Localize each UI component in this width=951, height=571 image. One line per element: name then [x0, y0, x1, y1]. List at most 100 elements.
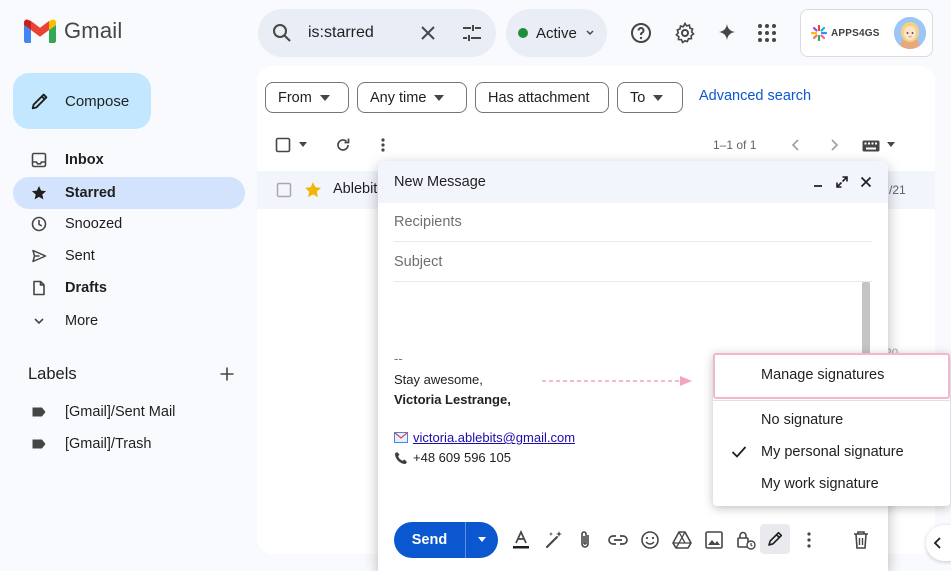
- send-label: Send: [411, 532, 448, 548]
- add-label-icon[interactable]: [219, 366, 235, 382]
- discard-trash-icon[interactable]: [852, 530, 870, 550]
- signature-email-link[interactable]: victoria.ablebits@gmail.com: [413, 430, 575, 445]
- sidebar-item-sent[interactable]: Sent: [13, 240, 245, 272]
- label-tag-icon: [32, 407, 46, 417]
- email-envelope-icon: [394, 432, 408, 443]
- compose-header[interactable]: New Message: [378, 161, 888, 203]
- chevron-down-icon: [586, 30, 594, 36]
- signature-email-row: victoria.ablebits@gmail.com: [394, 430, 575, 445]
- subject-placeholder: Subject: [394, 253, 443, 270]
- attach-paperclip-icon[interactable]: [576, 530, 594, 550]
- chevron-left-icon: [933, 537, 941, 549]
- manage-signatures-item[interactable]: Manage signatures: [713, 359, 950, 391]
- filter-label: Any time: [370, 89, 427, 106]
- more-vert-icon[interactable]: [375, 137, 391, 153]
- minimize-icon[interactable]: [812, 176, 824, 188]
- insert-photo-icon[interactable]: [704, 530, 724, 550]
- apps4gs-logo-icon: [811, 25, 827, 41]
- more-options-icon[interactable]: [802, 530, 816, 550]
- send-button[interactable]: Send: [394, 522, 465, 558]
- chevron-left-icon[interactable]: [789, 138, 803, 152]
- chevron-right-icon[interactable]: [827, 138, 841, 152]
- status-selector[interactable]: Active: [506, 9, 607, 57]
- filter-has-attachment[interactable]: Has attachment: [475, 82, 609, 113]
- signature-menu: Manage signatures No signature My person…: [713, 353, 950, 506]
- inbox-icon: [31, 152, 47, 168]
- menu-item-no-signature[interactable]: No signature: [713, 404, 950, 436]
- signature-phone-row: +48 609 596 105: [394, 450, 511, 465]
- signature-pen-icon: [768, 531, 783, 546]
- signature-phone: +48 609 596 105: [413, 450, 511, 465]
- sidebar-item-starred[interactable]: Starred: [13, 177, 245, 209]
- signature-line1: Stay awesome,: [394, 372, 483, 387]
- dashed-pointer-arrow: [542, 376, 692, 386]
- confidential-mode-icon[interactable]: [736, 530, 756, 550]
- account-brand: APPS4GS: [831, 27, 880, 39]
- compose-title: New Message: [394, 174, 486, 190]
- pagination-text: 1–1 of 1: [713, 138, 757, 152]
- insert-link-icon[interactable]: [608, 530, 628, 550]
- caret-down-icon[interactable]: [886, 142, 896, 148]
- menu-item-work-signature[interactable]: My work signature: [713, 468, 950, 500]
- account-switcher[interactable]: APPS4GS: [800, 9, 933, 57]
- pencil-icon: [31, 93, 48, 110]
- filter-from[interactable]: From: [265, 82, 349, 113]
- filter-to[interactable]: To: [617, 82, 683, 113]
- star-icon[interactable]: [304, 181, 322, 199]
- signature-button[interactable]: [760, 524, 790, 554]
- caret-down-icon: [319, 94, 330, 101]
- gmail-m-icon: [24, 19, 56, 43]
- select-caret-icon[interactable]: [298, 142, 308, 148]
- gmail-logo[interactable]: Gmail: [24, 18, 122, 44]
- keyboard-icon[interactable]: [862, 140, 882, 152]
- schedule-send-dropdown[interactable]: [466, 522, 498, 558]
- sidebar-item-label: Drafts: [65, 280, 107, 296]
- search-options-icon[interactable]: [460, 21, 484, 45]
- sidebar-item-snoozed[interactable]: Snoozed: [13, 208, 245, 240]
- sidebar-label-sent-mail[interactable]: [Gmail]/Sent Mail: [13, 396, 245, 428]
- sidebar-label-trash[interactable]: [Gmail]/Trash: [13, 428, 245, 460]
- select-all-checkbox[interactable]: [275, 137, 291, 153]
- search-bar[interactable]: is:starred: [258, 9, 496, 57]
- labels-heading: Labels: [28, 365, 77, 383]
- body-scrollbar[interactable]: [862, 282, 870, 358]
- sidebar-item-label: Snoozed: [65, 216, 123, 232]
- status-label: Active: [536, 24, 577, 42]
- subject-field[interactable]: Subject: [394, 242, 872, 282]
- gemini-sparkle-icon[interactable]: [715, 21, 739, 45]
- sidebar-item-label: [Gmail]/Sent Mail: [65, 404, 176, 420]
- text-format-icon[interactable]: [512, 530, 530, 550]
- refresh-icon[interactable]: [335, 137, 351, 153]
- clear-search-icon[interactable]: [416, 21, 440, 45]
- side-panel-toggle[interactable]: [926, 525, 951, 561]
- search-input[interactable]: is:starred: [308, 24, 416, 42]
- signature-name: Victoria Lestrange,: [394, 392, 511, 407]
- row-date: /21: [889, 183, 906, 197]
- advanced-search-link[interactable]: Advanced search: [699, 88, 811, 104]
- filter-label: To: [630, 89, 646, 106]
- expand-icon[interactable]: [836, 176, 848, 188]
- sidebar-item-label: More: [65, 313, 99, 329]
- google-drive-icon[interactable]: [672, 530, 692, 550]
- check-icon: [731, 446, 747, 458]
- settings-gear-icon[interactable]: [673, 21, 697, 45]
- send-arrow-icon: [32, 249, 47, 263]
- menu-item-personal-signature[interactable]: My personal signature: [713, 436, 950, 468]
- search-icon[interactable]: [270, 21, 294, 45]
- magic-wand-icon[interactable]: [544, 530, 564, 550]
- sidebar-item-drafts[interactable]: Drafts: [13, 272, 245, 304]
- avatar[interactable]: [894, 17, 926, 49]
- sidebar-item-label: Sent: [65, 248, 95, 264]
- sidebar-item-label: [Gmail]/Trash: [65, 436, 152, 452]
- apps-grid-icon[interactable]: [755, 21, 779, 45]
- draft-file-icon: [33, 280, 45, 296]
- recipients-field[interactable]: Recipients: [394, 202, 872, 242]
- compose-button[interactable]: Compose: [13, 73, 151, 129]
- help-icon[interactable]: [629, 21, 653, 45]
- sidebar-item-inbox[interactable]: Inbox: [13, 144, 245, 176]
- emoji-icon[interactable]: [640, 530, 660, 550]
- row-checkbox[interactable]: [276, 182, 292, 198]
- filter-any-time[interactable]: Any time: [357, 82, 467, 113]
- sidebar-item-more[interactable]: More: [13, 305, 245, 337]
- close-icon[interactable]: [860, 176, 872, 188]
